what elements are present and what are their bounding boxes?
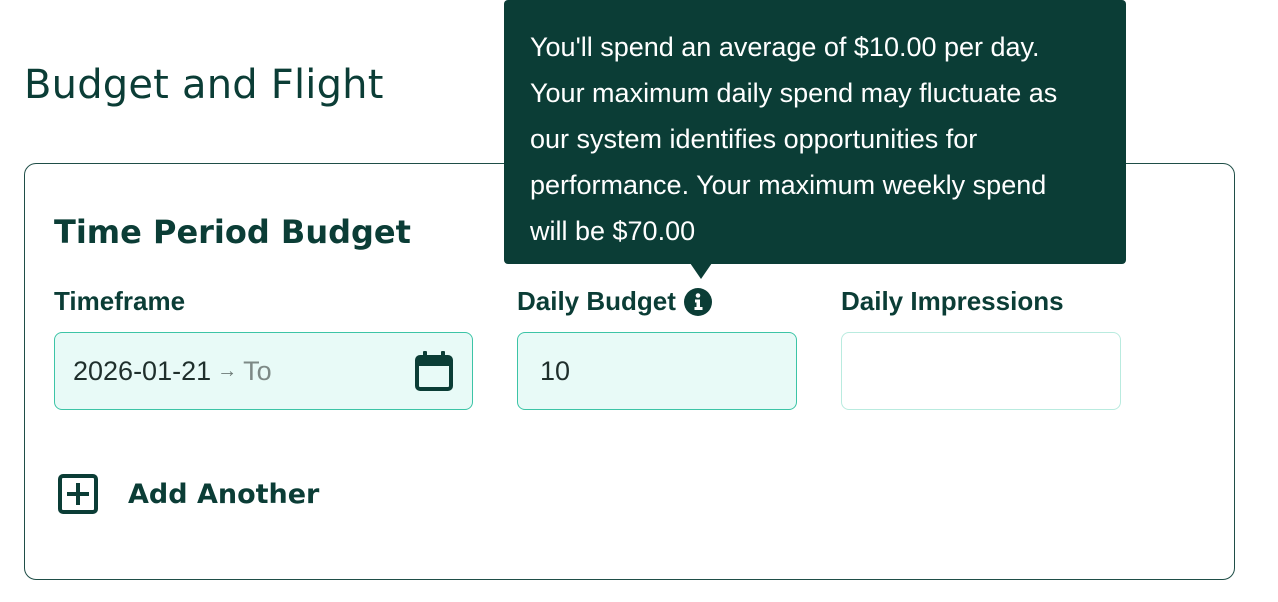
daily-budget-label-text: Daily Budget bbox=[517, 286, 676, 316]
calendar-icon[interactable] bbox=[414, 350, 454, 392]
timeframe-values: 2026-01-21 → To bbox=[73, 356, 272, 387]
daily-budget-tooltip: You'll spend an average of $10.00 per da… bbox=[504, 0, 1126, 264]
info-icon[interactable] bbox=[683, 287, 712, 316]
timeframe-start-date[interactable]: 2026-01-21 bbox=[73, 356, 211, 387]
tooltip-line: our system identifies opportunities for bbox=[530, 124, 978, 154]
daily-impressions-input[interactable] bbox=[841, 332, 1121, 410]
daily-budget-label: Daily Budget bbox=[517, 286, 712, 317]
daily-impressions-label-text: Daily Impressions bbox=[841, 286, 1064, 316]
add-another-button[interactable]: Add Another bbox=[58, 474, 319, 514]
tooltip-line: performance. Your maximum weekly spend bbox=[530, 170, 1047, 200]
add-another-label[interactable]: Add Another bbox=[128, 479, 319, 510]
timeframe-label: Timeframe bbox=[54, 286, 185, 317]
section-title: Budget and Flight bbox=[24, 62, 384, 108]
card-title: Time Period Budget bbox=[54, 213, 411, 251]
plus-square-icon[interactable] bbox=[58, 474, 98, 514]
timeframe-label-text: Timeframe bbox=[54, 286, 186, 316]
tooltip-line: You'll spend an average of $10.00 per da… bbox=[530, 32, 1040, 62]
timeframe-date-range-picker[interactable]: 2026-01-21 → To bbox=[54, 332, 473, 410]
tooltip-line: will be $70.00 bbox=[530, 216, 696, 246]
timeframe-end-placeholder[interactable]: To bbox=[243, 356, 272, 387]
range-arrow: → bbox=[217, 359, 238, 382]
daily-budget-input[interactable]: 10 bbox=[517, 332, 797, 410]
daily-impressions-label: Daily Impressions bbox=[841, 286, 1064, 317]
daily-budget-value[interactable]: 10 bbox=[540, 356, 570, 387]
tooltip-line: Your maximum daily spend may fluctuate a… bbox=[530, 78, 1058, 108]
tooltip-arrow bbox=[690, 263, 712, 279]
budget-flight-page: Budget and Flight Time Period Budget Tim… bbox=[0, 0, 1278, 602]
